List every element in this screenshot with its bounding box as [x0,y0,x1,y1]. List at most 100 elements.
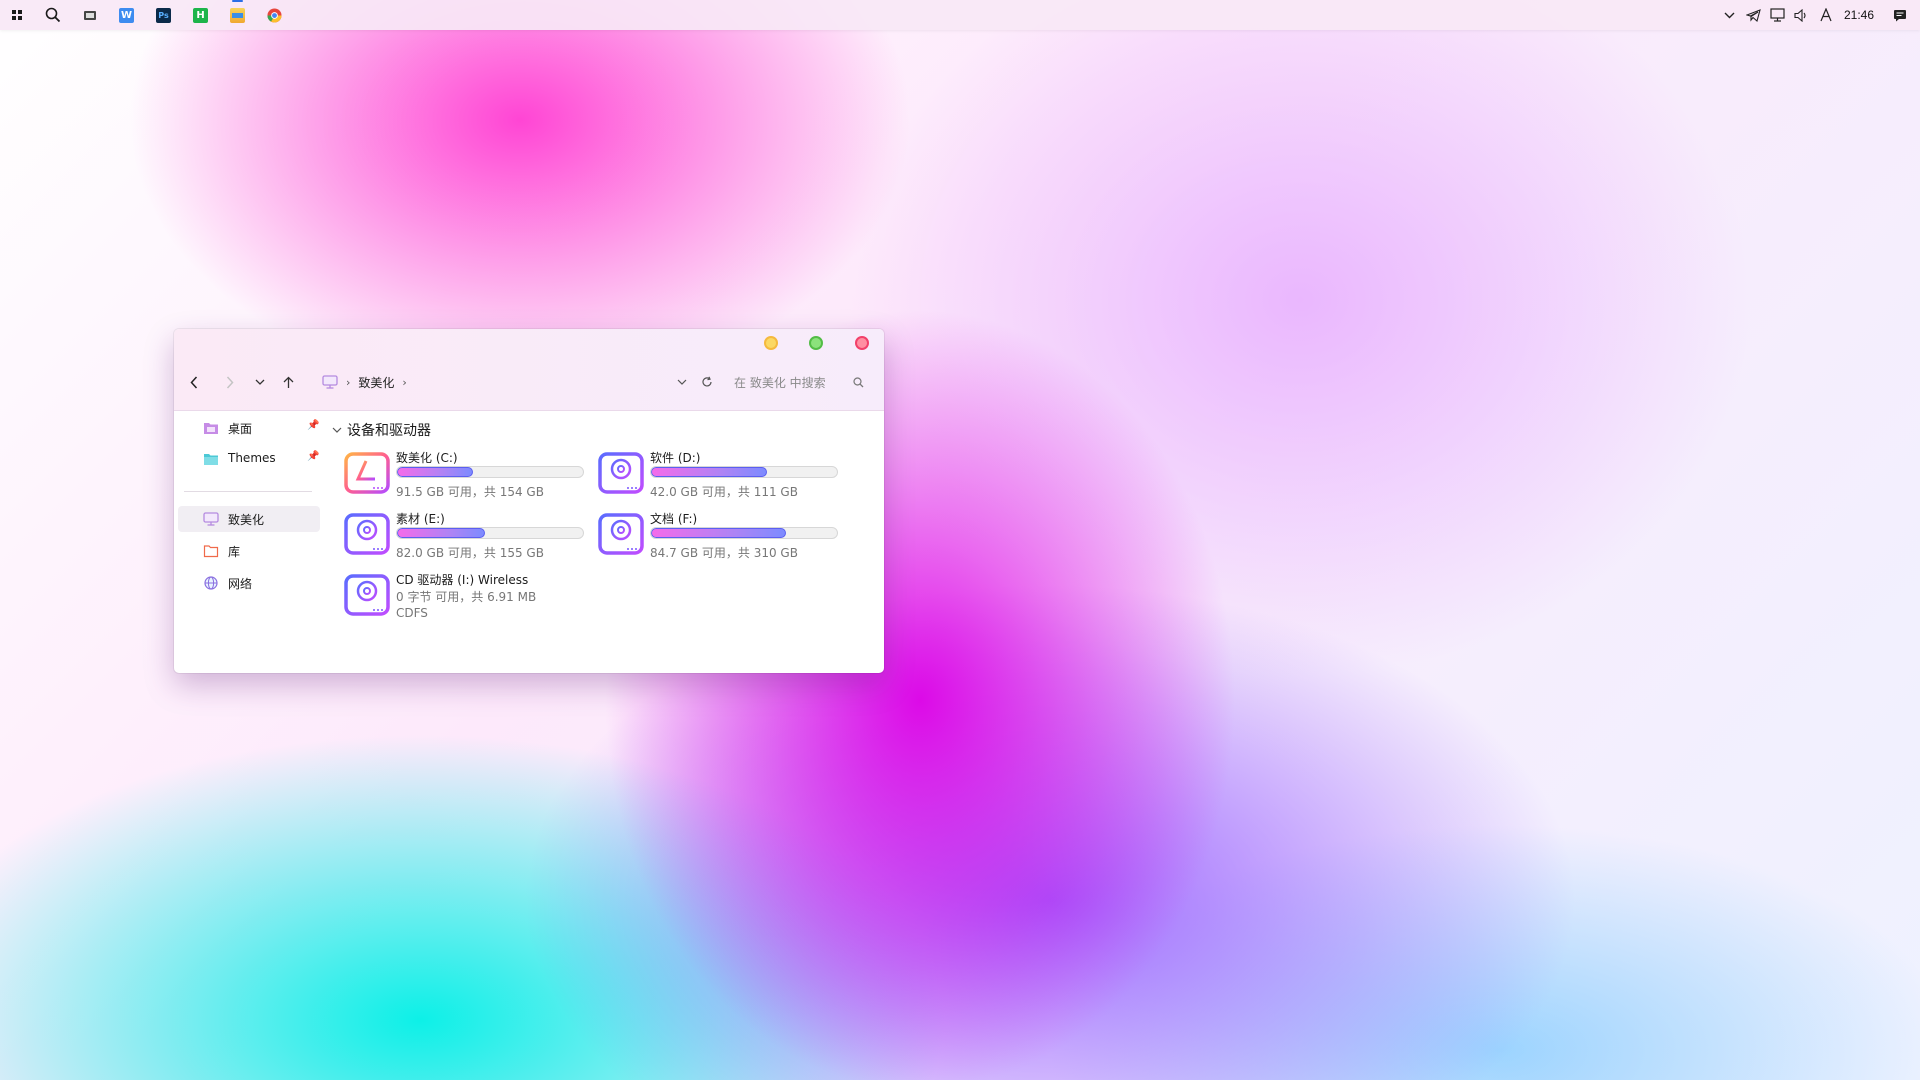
minimize-button[interactable] [764,336,778,350]
sidebar-divider [184,491,312,492]
library-icon [203,545,219,558]
drive-name: 素材 (E:) [396,512,445,526]
arrow-up-icon [283,376,293,388]
photoshop-taskbar-button[interactable]: Ps [145,0,182,30]
ime-icon [1820,8,1832,22]
group-header-label: 设备和驱动器 [347,423,431,439]
drive-space-info: 0 字节 可用，共 6.91 MB [396,590,537,604]
search-icon [45,7,60,23]
notification-center-button[interactable] [1888,0,1912,30]
desktop-folder-icon [204,423,218,434]
forward-button[interactable] [218,369,242,395]
group-header-devices[interactable]: 设备和驱动器 [332,420,431,440]
disk-drive-icon [344,513,390,555]
content-pane: 设备和驱动器 致美化 (C:) 91.5 GB 可用，共 154 GB 软件 (… [324,411,884,673]
up-button[interactable] [276,369,300,395]
address-bar[interactable]: › 致美化 › [322,369,407,395]
search-field[interactable]: 在 致美化 中搜索 [734,369,864,395]
drive-usage-fill [651,528,787,538]
hbuilder-app-icon: H [193,7,208,23]
system-tray: 21:46 [1718,0,1920,30]
sidebar-item-desktop[interactable]: 桌面 📌 [178,415,320,441]
window-titlebar[interactable]: › 致美化 › 在 致美化 中搜索 [174,329,884,411]
network-icon [1770,8,1786,22]
drive-space-info: 91.5 GB 可用，共 154 GB [396,485,544,499]
chevron-down-icon [1724,12,1735,18]
sidebar-item-library[interactable]: 库 [178,538,320,564]
sidebar-item-label: Themes [228,451,276,465]
chrome-app-icon [267,8,282,23]
file-explorer-taskbar-button[interactable] [219,0,256,30]
chevron-down-icon [677,379,687,385]
sidebar-item-label: 桌面 [228,422,253,436]
drive-item-f[interactable]: 文档 (F:) 84.7 GB 可用，共 310 GB [598,510,848,564]
taskbar-clock[interactable]: 21:46 [1838,8,1888,22]
breadcrumb-separator: › [346,375,351,389]
drive-usage-bar [650,466,838,478]
network-tray-button[interactable] [1766,0,1790,30]
drive-item-d[interactable]: 软件 (D:) 42.0 GB 可用，共 111 GB [598,449,848,503]
sidebar-item-this-pc[interactable]: 致美化 [178,506,320,532]
drive-name: 致美化 (C:) [396,451,458,465]
drive-usage-fill [397,467,473,477]
taskview-icon [83,11,96,20]
disk-drive-icon [598,513,644,555]
telegram-icon [1746,8,1762,22]
address-history-button[interactable] [670,369,694,395]
wps-writer-taskbar-button[interactable]: W [108,0,145,30]
pin-icon[interactable]: 📌 [307,420,319,431]
sidebar-item-network[interactable]: 网络 [178,570,320,596]
drive-filesystem: CDFS [396,606,428,620]
breadcrumb-separator[interactable]: › [402,376,406,389]
drive-item-e[interactable]: 素材 (E:) 82.0 GB 可用，共 155 GB [344,510,594,564]
start-icon [12,10,22,20]
drive-usage-fill [651,467,767,477]
chevron-down-icon [332,427,342,433]
show-hidden-icons-button[interactable] [1718,0,1742,30]
recent-locations-button[interactable] [248,369,272,395]
taskbar-apps: W Ps H [0,0,293,30]
refresh-button[interactable] [695,369,719,395]
drive-item-i[interactable]: CD 驱动器 (I:) Wireless 0 字节 可用，共 6.91 MB C… [344,571,594,641]
drive-item-c[interactable]: 致美化 (C:) 91.5 GB 可用，共 154 GB [344,449,594,503]
pin-icon[interactable]: 📌 [307,451,319,462]
breadcrumb-item[interactable]: 致美化 [358,374,394,391]
taskbar: W Ps H 21:46 [0,0,1920,30]
wps-writer-app-icon: W [119,7,134,23]
drive-name: 软件 (D:) [650,451,701,465]
this-pc-icon [203,512,219,526]
start-button[interactable] [0,0,34,30]
close-button[interactable] [855,336,869,350]
back-button[interactable] [182,369,206,395]
cd-drive-icon [344,574,390,616]
notification-icon [1894,9,1906,21]
maximize-button[interactable] [809,336,823,350]
telegram-tray-button[interactable] [1742,0,1766,30]
sidebar-item-themes[interactable]: Themes 📌 [178,446,320,472]
folder-icon [204,454,218,465]
search-button[interactable] [34,0,71,30]
task-view-button[interactable] [71,0,108,30]
ime-tray-button[interactable] [1814,0,1838,30]
chevron-left-icon [190,375,198,389]
hbuilder-taskbar-button[interactable]: H [182,0,219,30]
network-globe-icon [204,576,218,590]
sidebar-item-label: 库 [228,545,241,559]
search-icon [853,376,864,387]
sidebar-item-label: 致美化 [228,513,265,527]
chrome-taskbar-button[interactable] [256,0,293,30]
file-explorer-app-icon [230,7,245,23]
volume-tray-button[interactable] [1790,0,1814,30]
sidebar-item-label: 网络 [228,577,253,591]
photoshop-app-icon: Ps [156,7,171,23]
volume-icon [1794,8,1807,22]
drive-name: CD 驱动器 (I:) Wireless [396,573,529,587]
drive-usage-bar [396,527,584,539]
drive-name: 文档 (F:) [650,512,698,526]
chevron-right-icon [226,375,234,389]
navigation-pane: 桌面 📌 Themes 📌 致美化 库 网络 [174,411,324,673]
navigation-bar: › 致美化 › 在 致美化 中搜索 [174,369,884,395]
drive-usage-bar [396,466,584,478]
refresh-icon [702,376,712,387]
drive-usage-bar [650,527,838,539]
